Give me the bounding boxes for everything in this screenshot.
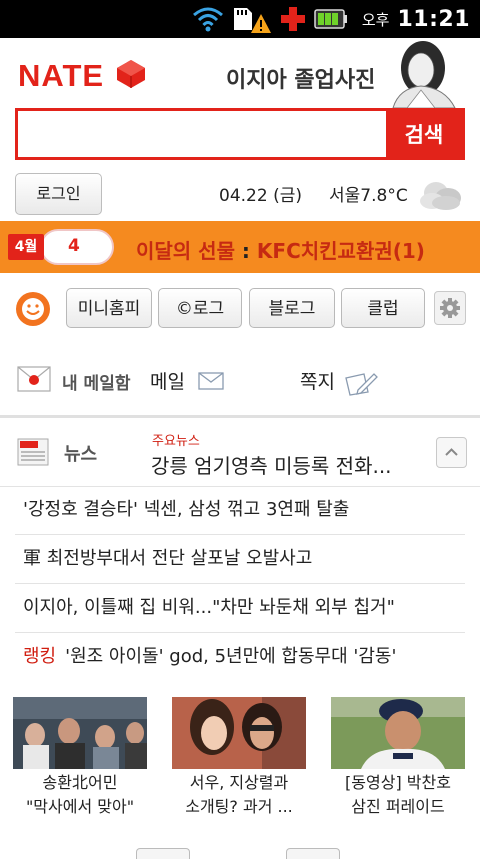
site-header: NATE 이지아 졸업사진 bbox=[0, 38, 480, 108]
mail-link[interactable]: 메일 bbox=[150, 367, 185, 394]
photo-card[interactable]: [동영상] 박찬호 삼진 퍼레이드 bbox=[331, 697, 465, 819]
promo-text[interactable]: 이지아 졸업사진 bbox=[226, 62, 375, 94]
ranking-news-item[interactable]: 랭킹 '원조 아이돌' god, 5년만에 합동무대 '감동' bbox=[15, 633, 465, 681]
calendar-month: 4월 bbox=[8, 234, 44, 260]
minihompy-button[interactable]: 미니홈피 bbox=[66, 288, 152, 328]
clog-button[interactable]: ©로그 bbox=[158, 288, 242, 328]
card-thumbnail bbox=[172, 697, 306, 769]
login-button[interactable]: 로그인 bbox=[15, 173, 102, 215]
card-caption-line: 서우, 지상렬과 bbox=[189, 773, 289, 792]
mailbox-icon bbox=[17, 366, 51, 392]
news-item[interactable]: 이지아, 이틀째 집 비워..."차만 놔둔채 외부 칩거" bbox=[15, 584, 465, 633]
card-caption: 송환北어민 "막사에서 맞아" bbox=[13, 771, 147, 819]
photo-card[interactable]: 송환北어민 "막사에서 맞아" bbox=[13, 697, 147, 819]
card-caption: 서우, 지상렬과 소개팅? 과거 ... bbox=[172, 771, 306, 819]
smiley-icon[interactable] bbox=[15, 291, 51, 327]
wifi-icon bbox=[192, 7, 223, 32]
chevron-up-icon bbox=[445, 448, 458, 456]
envelope-icon bbox=[198, 372, 224, 390]
card-caption-line: 소개팅? 과거 ... bbox=[185, 797, 293, 816]
nate-cube-icon bbox=[117, 60, 145, 88]
promo-photo[interactable] bbox=[383, 40, 465, 108]
date-label: 04.22 (금) bbox=[219, 186, 302, 206]
club-button[interactable]: 클럽 bbox=[341, 288, 425, 328]
clock: 11:21 bbox=[397, 6, 470, 32]
mail-row: 내 메일함 메일 쪽지 bbox=[0, 345, 480, 418]
top-news-headline[interactable]: 강릉 엄기영측 미등록 전화... bbox=[151, 450, 423, 479]
card-caption-line: 송환北어민 bbox=[42, 773, 118, 792]
ampm-label: 오후 bbox=[361, 10, 390, 29]
ranking-label: 랭킹 bbox=[23, 646, 57, 667]
card-caption-line: "막사에서 맞아" bbox=[25, 797, 135, 816]
weather-label[interactable]: 서울7.8°C bbox=[329, 181, 408, 206]
calendar-badge: 4 bbox=[40, 229, 114, 265]
photo-card[interactable]: 서우, 지상렬과 소개팅? 과거 ... bbox=[172, 697, 306, 819]
search-button[interactable]: 검색 bbox=[386, 111, 462, 157]
ranking-headline: '원조 아이돌' god, 5년만에 합동무대 '감동' bbox=[65, 646, 397, 667]
gear-icon bbox=[440, 298, 460, 318]
my-mailbox-label[interactable]: 내 메일함 bbox=[62, 369, 130, 394]
news-header: 뉴스 주요뉴스 강릉 엄기영측 미등록 전화... bbox=[0, 418, 480, 487]
banner-title-prefix: 이달의 선물 bbox=[136, 239, 235, 263]
collapse-button[interactable] bbox=[436, 437, 467, 468]
card-thumbnail bbox=[13, 697, 147, 769]
battery-icon bbox=[314, 9, 347, 29]
settings-button[interactable] bbox=[434, 291, 466, 325]
newspaper-icon bbox=[17, 438, 49, 466]
card-caption-line: [동영상] 박찬호 bbox=[345, 773, 451, 792]
search-box: 검색 bbox=[15, 108, 465, 160]
search-input[interactable] bbox=[18, 111, 388, 157]
calendar-day: 4 bbox=[68, 236, 80, 256]
promo-banner[interactable]: 4 4월 이달의 선물 : KFC치킨교환권(1) bbox=[0, 221, 480, 273]
card-caption-line: 삼진 퍼레이드 bbox=[351, 797, 445, 816]
memo-icon bbox=[345, 373, 378, 396]
banner-title-main: KFC치킨교환권(1) bbox=[256, 239, 425, 263]
status-bar: 오후 11:21 bbox=[0, 0, 480, 38]
news-list: '강정호 결승타' 넥센, 삼성 꺾고 3연패 탈출 軍 최전방부대서 전단 살… bbox=[15, 486, 465, 681]
service-row: 미니홈피 ©로그 블로그 클럽 bbox=[0, 273, 480, 346]
cloud-icon bbox=[420, 182, 461, 210]
warning-icon bbox=[250, 14, 271, 33]
memo-link[interactable]: 쪽지 bbox=[300, 367, 335, 394]
red-cross-icon bbox=[280, 7, 305, 31]
banner-colon: : bbox=[234, 239, 257, 263]
nate-logo[interactable]: NATE bbox=[18, 58, 104, 94]
news-item[interactable]: '강정호 결승타' 넥센, 삼성 꺾고 3연패 탈출 bbox=[15, 486, 465, 535]
banner-title: 이달의 선물 : KFC치킨교환권(1) bbox=[136, 235, 425, 264]
news-item[interactable]: 軍 최전방부대서 전단 살포날 오발사고 bbox=[15, 535, 465, 584]
blog-button[interactable]: 블로그 bbox=[249, 288, 335, 328]
top-news-label: 주요뉴스 bbox=[152, 434, 200, 449]
card-thumbnail bbox=[331, 697, 465, 769]
card-caption: [동영상] 박찬호 삼진 퍼레이드 bbox=[331, 771, 465, 819]
news-label[interactable]: 뉴스 bbox=[64, 440, 97, 466]
